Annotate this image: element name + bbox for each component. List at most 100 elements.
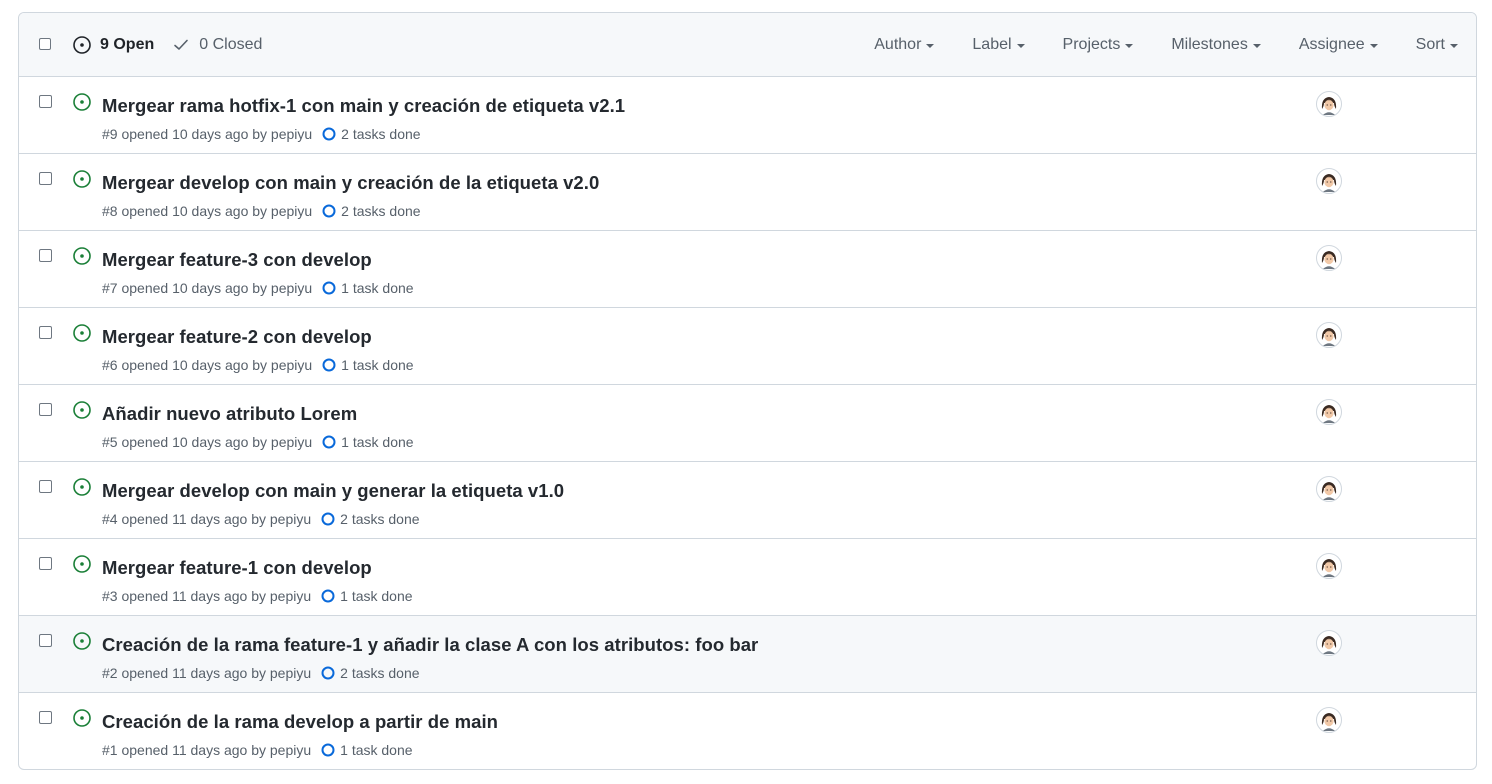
issue-opened-icon bbox=[72, 631, 92, 656]
task-progress-icon bbox=[321, 743, 335, 757]
issue-title-link[interactable]: Creación de la rama feature-1 y añadir l… bbox=[102, 634, 758, 656]
issue-title-link[interactable]: Creación de la rama develop a partir de … bbox=[102, 711, 498, 733]
issue-opened-by: #9 opened 10 days ago by pepiyu bbox=[102, 126, 313, 142]
issue-checkbox[interactable] bbox=[39, 249, 52, 262]
task-progress-label: 2 tasks done bbox=[340, 665, 420, 681]
issue-checkbox[interactable] bbox=[39, 557, 52, 570]
task-progress[interactable]: 1 task done bbox=[321, 742, 413, 758]
issue-meta: #1 opened 11 days ago by pepiyu 1 task d… bbox=[102, 742, 413, 758]
issue-opened-icon bbox=[72, 477, 92, 502]
issue-opened-by: #2 opened 11 days ago by pepiyu bbox=[102, 665, 312, 681]
issue-rows: Mergear rama hotfix-1 con main y creació… bbox=[19, 77, 1476, 769]
author-filter[interactable]: Author bbox=[874, 36, 935, 54]
closed-issues-link[interactable]: 0 Closed bbox=[172, 36, 262, 54]
task-progress-icon bbox=[321, 589, 335, 603]
select-all-checkbox[interactable] bbox=[39, 38, 51, 50]
task-progress-icon bbox=[321, 666, 335, 680]
issue-meta: #6 opened 10 days ago by pepiyu 1 task d… bbox=[102, 357, 414, 373]
task-progress-label: 2 tasks done bbox=[340, 511, 420, 527]
issue-title-link[interactable]: Mergear develop con main y creación de l… bbox=[102, 172, 599, 194]
issue-checkbox[interactable] bbox=[39, 480, 52, 493]
issue-meta: #9 opened 10 days ago by pepiyu 2 tasks … bbox=[102, 126, 421, 142]
task-progress-label: 1 task done bbox=[340, 742, 413, 758]
caret-down-icon bbox=[1450, 43, 1458, 48]
issue-row[interactable]: Mergear feature-3 con develop #7 opened … bbox=[19, 230, 1476, 307]
task-progress[interactable]: 2 tasks done bbox=[322, 203, 421, 219]
caret-down-icon bbox=[1369, 43, 1378, 48]
filter-bar: Author Label Projects Milestones Assigne… bbox=[836, 13, 1458, 76]
issue-title-link[interactable]: Mergear feature-2 con develop bbox=[102, 326, 372, 348]
assignee-avatar[interactable] bbox=[1316, 630, 1342, 656]
issue-meta: #7 opened 10 days ago by pepiyu 1 task d… bbox=[102, 280, 414, 296]
issue-title-link[interactable]: Mergear develop con main y generar la et… bbox=[102, 480, 564, 502]
assignee-avatar[interactable] bbox=[1316, 399, 1342, 425]
issue-title-link[interactable]: Mergear rama hotfix-1 con main y creació… bbox=[102, 95, 625, 117]
task-progress-label: 1 task done bbox=[340, 588, 413, 604]
label-filter[interactable]: Label bbox=[972, 35, 1025, 54]
assignee-avatar[interactable] bbox=[1316, 91, 1342, 117]
issue-checkbox[interactable] bbox=[39, 326, 52, 339]
projects-filter[interactable]: Projects bbox=[1063, 36, 1134, 54]
issue-state-filters: 9 Open 0 Closed bbox=[72, 13, 262, 76]
task-progress-icon bbox=[322, 358, 336, 372]
caret-down-icon bbox=[1252, 43, 1261, 48]
sort-filter-label: Sort bbox=[1415, 35, 1445, 53]
assignee-avatar[interactable] bbox=[1316, 245, 1342, 271]
issue-row[interactable]: Mergear develop con main y creación de l… bbox=[19, 153, 1476, 230]
assignee-avatar[interactable] bbox=[1316, 322, 1342, 348]
task-progress-icon bbox=[322, 435, 336, 449]
issue-opened-by: #4 opened 11 days ago by pepiyu bbox=[102, 511, 312, 527]
issues-list-header: 9 Open 0 Closed Author Label Projects Mi… bbox=[19, 13, 1476, 77]
issue-opened-by: #3 opened 11 days ago by pepiyu bbox=[102, 588, 312, 604]
issue-row[interactable]: Mergear rama hotfix-1 con main y creació… bbox=[19, 77, 1476, 153]
task-progress[interactable]: 1 task done bbox=[321, 588, 413, 604]
issue-checkbox[interactable] bbox=[39, 95, 52, 108]
open-issues-link[interactable]: 9 Open bbox=[72, 35, 154, 55]
issue-meta: #2 opened 11 days ago by pepiyu 2 tasks … bbox=[102, 665, 420, 681]
check-icon bbox=[174, 39, 189, 50]
task-progress[interactable]: 2 tasks done bbox=[322, 126, 421, 142]
task-progress[interactable]: 2 tasks done bbox=[321, 665, 420, 681]
caret-down-icon bbox=[1016, 43, 1025, 48]
sort-filter[interactable]: Sort bbox=[1416, 36, 1458, 54]
issue-row[interactable]: Mergear feature-1 con develop #3 opened … bbox=[19, 538, 1476, 615]
task-progress-label: 1 task done bbox=[341, 434, 414, 450]
issue-row[interactable]: Mergear develop con main y generar la et… bbox=[19, 461, 1476, 538]
issue-title-link[interactable]: Mergear feature-1 con develop bbox=[102, 557, 372, 579]
issue-title-link[interactable]: Añadir nuevo atributo Lorem bbox=[102, 403, 357, 425]
closed-issues-label: 0 Closed bbox=[199, 35, 263, 53]
task-progress[interactable]: 2 tasks done bbox=[321, 511, 420, 527]
issue-checkbox[interactable] bbox=[39, 172, 52, 185]
issue-title-link[interactable]: Mergear feature-3 con develop bbox=[102, 249, 372, 271]
issue-checkbox[interactable] bbox=[39, 403, 52, 416]
issue-opened-icon bbox=[72, 708, 92, 733]
caret-down-icon bbox=[1125, 43, 1134, 48]
open-issues-label: 9 Open bbox=[100, 35, 155, 53]
task-progress[interactable]: 1 task done bbox=[322, 280, 414, 296]
issue-row[interactable]: Añadir nuevo atributo Lorem #5 opened 10… bbox=[19, 384, 1476, 461]
issue-row[interactable]: Mergear feature-2 con develop #6 opened … bbox=[19, 307, 1476, 384]
issue-checkbox[interactable] bbox=[39, 711, 52, 724]
task-progress[interactable]: 1 task done bbox=[322, 434, 414, 450]
issue-checkbox[interactable] bbox=[39, 634, 52, 647]
label-filter-label: Label bbox=[972, 35, 1012, 53]
assignee-filter[interactable]: Assignee bbox=[1299, 36, 1378, 54]
issue-opened-icon bbox=[72, 169, 92, 194]
issue-row[interactable]: Creación de la rama develop a partir de … bbox=[19, 692, 1476, 769]
issue-opened-icon bbox=[73, 35, 91, 54]
issues-list-box: 9 Open 0 Closed Author Label Projects Mi… bbox=[18, 12, 1477, 770]
issue-opened-by: #5 opened 10 days ago by pepiyu bbox=[102, 434, 313, 450]
issue-meta: #5 opened 10 days ago by pepiyu 1 task d… bbox=[102, 434, 414, 450]
issue-meta: #3 opened 11 days ago by pepiyu 1 task d… bbox=[102, 588, 413, 604]
assignee-avatar[interactable] bbox=[1316, 168, 1342, 194]
milestones-filter[interactable]: Milestones bbox=[1171, 36, 1261, 54]
issue-row[interactable]: Creación de la rama feature-1 y añadir l… bbox=[19, 615, 1476, 692]
assignee-avatar[interactable] bbox=[1316, 707, 1342, 733]
task-progress-icon bbox=[321, 512, 335, 526]
task-progress[interactable]: 1 task done bbox=[322, 357, 414, 373]
issue-opened-by: #8 opened 10 days ago by pepiyu bbox=[102, 203, 313, 219]
task-progress-label: 1 task done bbox=[341, 280, 414, 296]
issue-opened-icon bbox=[72, 554, 92, 579]
assignee-avatar[interactable] bbox=[1316, 476, 1342, 502]
assignee-avatar[interactable] bbox=[1316, 553, 1342, 579]
